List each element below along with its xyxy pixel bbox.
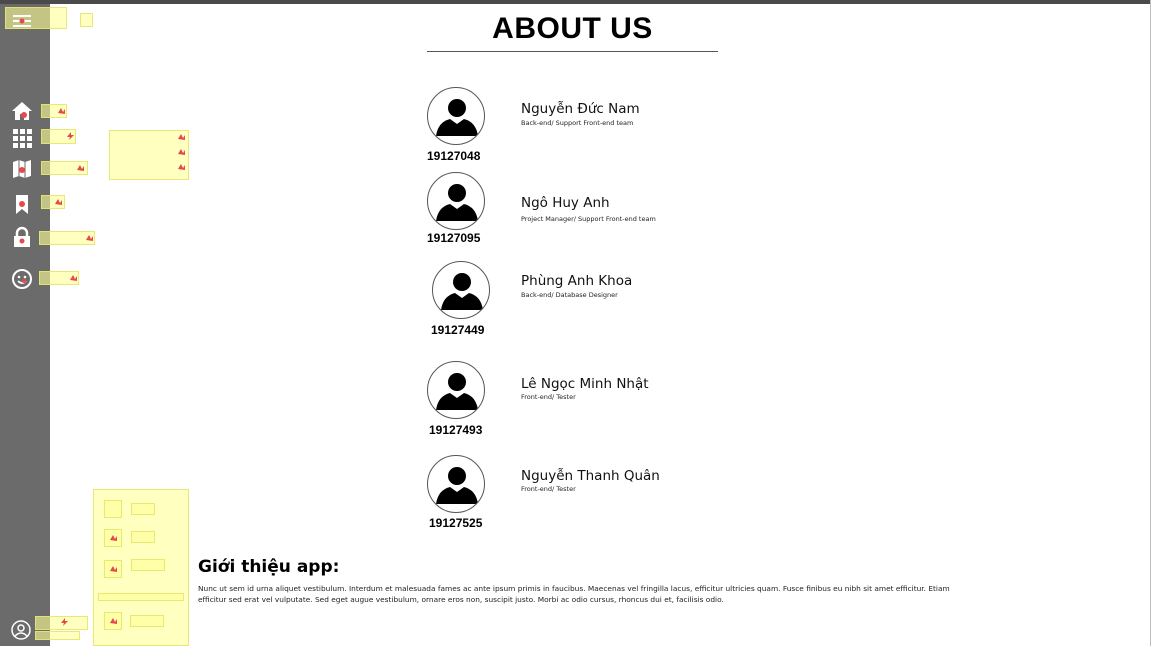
marker-icon <box>55 199 62 205</box>
marker-icon <box>86 235 93 241</box>
app-intro-text: Nunc ut sem id urna aliquet vestibulum. … <box>198 584 950 604</box>
person-icon <box>436 373 478 410</box>
lock-icon[interactable] <box>11 226 33 248</box>
member-id: 19127048 <box>427 149 481 163</box>
grid-icon[interactable] <box>11 127 33 149</box>
menu-secondary-highlight <box>80 13 93 27</box>
map-icon[interactable] <box>11 158 33 180</box>
submenu-item-1-icon <box>104 500 122 518</box>
member-role: Project Manager/ Support Front-end team <box>521 215 656 223</box>
member-avatar <box>432 261 490 319</box>
marker-icon <box>58 108 65 114</box>
submenu-item-2-label <box>131 531 155 543</box>
member-role: Back-end/ Database Designer <box>521 291 618 299</box>
member-name: Nguyễn Đức Nam <box>521 101 640 117</box>
submenu-divider <box>98 593 184 601</box>
hamburger-menu-icon[interactable] <box>13 12 31 27</box>
marker-icon <box>110 535 117 541</box>
submenu-item-3-label <box>131 559 165 571</box>
home-icon[interactable] <box>11 100 33 122</box>
submenu-item-1-label <box>131 503 155 515</box>
person-icon <box>441 273 483 310</box>
member-id: 19127493 <box>429 423 483 437</box>
member-role: Front-end/ Tester <box>521 485 576 493</box>
page-title: ABOUT US <box>492 12 653 45</box>
member-id: 19127525 <box>429 516 483 530</box>
marker-icon <box>70 275 77 281</box>
marker-icon <box>178 134 185 140</box>
member-id: 19127449 <box>431 323 485 337</box>
marker-icon <box>77 165 84 171</box>
title-underline <box>427 51 718 52</box>
member-role: Back-end/ Support Front-end team <box>521 119 634 127</box>
member-role: Front-end/ Tester <box>521 393 576 401</box>
marker-icon <box>178 149 185 155</box>
marker-icon <box>178 164 185 170</box>
person-icon <box>436 467 478 504</box>
member-id: 19127095 <box>427 231 481 245</box>
person-icon <box>436 99 478 136</box>
emoji-icon[interactable] <box>11 268 33 290</box>
person-icon <box>436 184 478 221</box>
user-icon[interactable] <box>11 620 31 640</box>
member-name: Ngô Huy Anh <box>521 195 610 211</box>
bolt-marker-icon <box>67 132 74 140</box>
member-avatar <box>427 455 485 513</box>
marker-icon <box>110 618 117 624</box>
member-name: Phùng Anh Khoa <box>521 273 633 289</box>
bolt-marker-icon <box>61 618 68 626</box>
app-intro-heading: Giới thiệu app: <box>198 557 340 577</box>
account-sub-highlight <box>35 631 80 640</box>
member-name: Lê Ngọc Minh Nhật <box>521 376 649 392</box>
submenu-item-4-label <box>130 615 164 627</box>
member-name: Nguyễn Thanh Quân <box>521 468 660 484</box>
marker-icon <box>110 566 117 572</box>
bookmark-icon[interactable] <box>11 193 33 215</box>
top-bar <box>0 0 1151 4</box>
member-avatar <box>427 172 485 230</box>
member-avatar <box>427 361 485 419</box>
member-avatar <box>427 87 485 145</box>
